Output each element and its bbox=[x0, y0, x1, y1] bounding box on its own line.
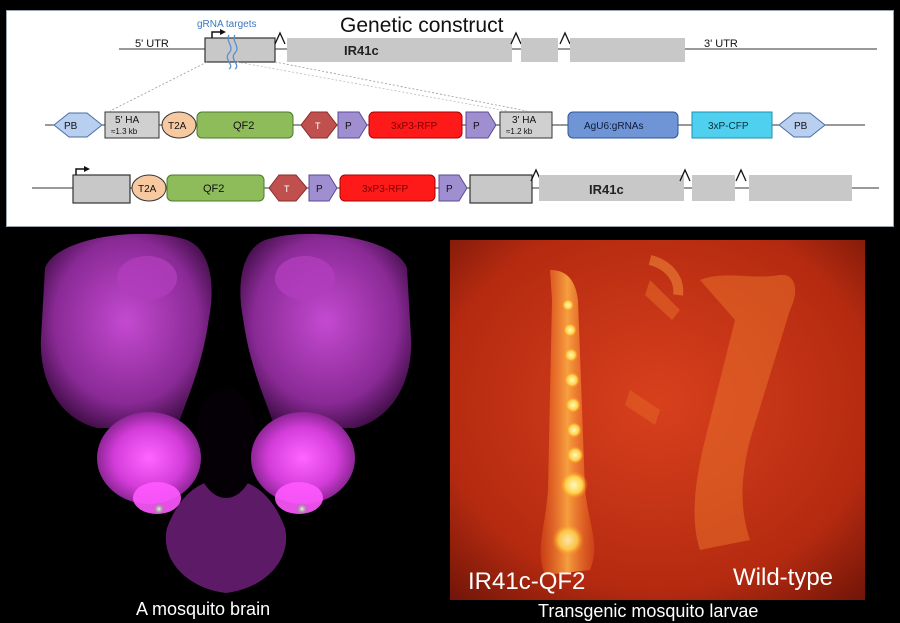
row3-exon-5 bbox=[749, 175, 852, 201]
ha3-title: 3' HA bbox=[512, 115, 536, 126]
utr3-label: 3' UTR bbox=[704, 38, 738, 50]
qf2-label: QF2 bbox=[233, 120, 254, 132]
row1-exon-ir41c bbox=[287, 38, 512, 62]
promoter-arrow-icon bbox=[337, 111, 368, 139]
larvae-caption: Transgenic mosquito larvae bbox=[538, 601, 759, 621]
t2a-label: T2A bbox=[168, 121, 187, 132]
row3-promoter-label: P bbox=[316, 184, 323, 195]
brain-green-signal-left bbox=[153, 503, 165, 515]
rfp-label: 3xP3-RFP bbox=[391, 121, 437, 132]
row1-first-exon bbox=[204, 37, 276, 63]
row1-intron-caret-icon-2 bbox=[510, 31, 522, 45]
ha5-title: 5' HA bbox=[115, 115, 139, 126]
larvae-label-wildtype: Wild-type bbox=[733, 564, 834, 591]
brain-green-signal-right bbox=[296, 503, 308, 515]
grnas-label: AgU6:gRNAs bbox=[584, 121, 643, 132]
row1-intron-caret-icon bbox=[274, 31, 286, 45]
row1-intron-caret-icon-3 bbox=[559, 31, 571, 45]
row3-t2a-label: T2A bbox=[138, 184, 157, 195]
ha5-size: ≈1.3 kb bbox=[111, 127, 138, 136]
row3-exon-2 bbox=[469, 174, 533, 204]
row3-promoter-label-2: P bbox=[446, 184, 453, 195]
promoter-label-2: P bbox=[473, 121, 480, 132]
promoter-arrow-icon-2 bbox=[465, 111, 497, 139]
row3-intron-caret-icon-3 bbox=[735, 168, 747, 182]
row1-gene-label: IR41c bbox=[344, 43, 379, 58]
mosquito-larvae-image bbox=[450, 240, 865, 600]
row1-exon-4 bbox=[570, 38, 685, 62]
grna-targets-label: gRNA targets bbox=[197, 19, 256, 30]
row-genomic-locus bbox=[109, 29, 877, 112]
row-knockin-locus bbox=[32, 166, 879, 204]
row3-exon-4 bbox=[692, 175, 735, 201]
larvae-label-transgenic: IR41c-QF2 bbox=[468, 568, 586, 595]
row3-qf2-label: QF2 bbox=[203, 183, 224, 195]
row3-promoter-arrow-icon-2 bbox=[438, 174, 468, 202]
brain-caption: A mosquito brain bbox=[136, 599, 271, 619]
mosquito-brain-image bbox=[37, 228, 414, 600]
projection-line-mid bbox=[236, 61, 508, 112]
pb-left-icon bbox=[53, 112, 103, 138]
pb-right-label: PB bbox=[794, 121, 808, 132]
construct-diagram: gRNA targets 5' UTR IR41c 3' UTR PB 5' H… bbox=[32, 19, 879, 204]
row3-rfp-label: 3xP3-RFP bbox=[362, 184, 408, 195]
row3-terminator-label: T bbox=[284, 184, 290, 194]
projection-line-left bbox=[109, 61, 208, 112]
row3-first-exon bbox=[72, 174, 131, 204]
row1-exon-3 bbox=[521, 38, 558, 62]
construct-panel: Genetic construct gRNA targets 5' UTR IR… bbox=[6, 10, 894, 227]
terminator-label: T bbox=[315, 121, 321, 131]
row3-gene-label: IR41c bbox=[589, 182, 624, 197]
row3-tss-arrowhead-icon bbox=[84, 166, 90, 172]
ha3-size: ≈1.2 kb bbox=[506, 127, 533, 136]
pb-left-label: PB bbox=[64, 121, 78, 132]
promoter-label: P bbox=[345, 121, 352, 132]
utr5-label: 5' UTR bbox=[135, 38, 169, 50]
projection-line-right bbox=[274, 61, 528, 112]
row3-tss-arrow-icon bbox=[75, 168, 84, 175]
row3-promoter-arrow-icon bbox=[308, 174, 338, 202]
cfp-label: 3xP-CFP bbox=[708, 121, 749, 132]
row1-tss-arrow-icon bbox=[211, 31, 220, 38]
